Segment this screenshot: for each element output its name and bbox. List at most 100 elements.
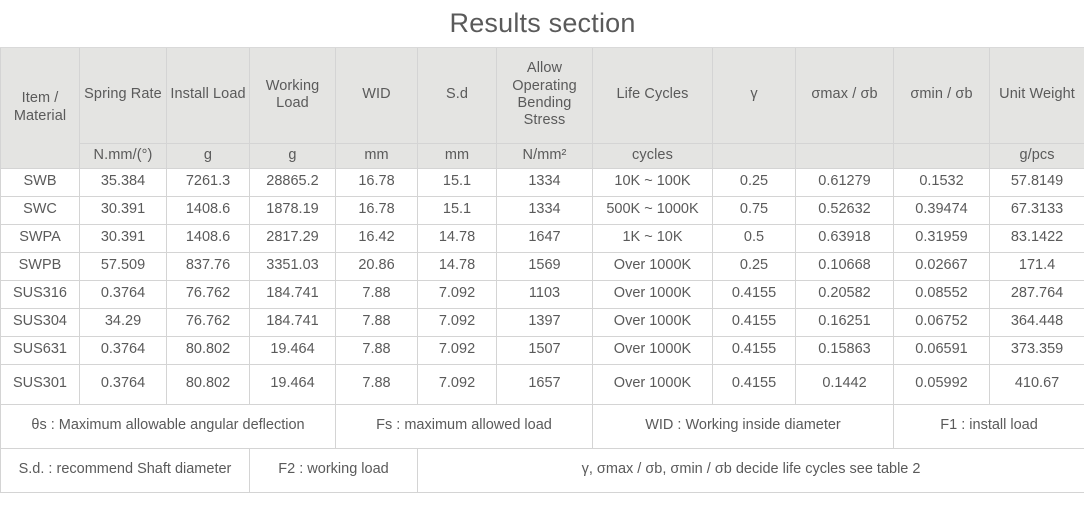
cell-working-load: 184.741 bbox=[249, 307, 336, 337]
cell-bending-stress: 1507 bbox=[496, 335, 593, 365]
column-unit-spring-rate: N.mm/(°) bbox=[79, 142, 167, 169]
column-unit-gamma bbox=[712, 142, 796, 169]
column-unit-install-load: g bbox=[166, 142, 250, 169]
column-header-sd: S.d bbox=[417, 46, 497, 144]
cell-gamma: 0.4155 bbox=[712, 363, 796, 405]
title-row: Results section bbox=[0, 0, 1084, 48]
table-row: SWB 35.384 7261.3 28865.2 16.78 15.1 1334 10K ~… bbox=[0, 167, 1084, 197]
cell-spring-rate: 0.3764 bbox=[79, 279, 167, 309]
cell-sd: 14.78 bbox=[417, 251, 497, 281]
cell-sigma-max-sb: 0.63918 bbox=[795, 223, 894, 253]
cell-sd: 7.092 bbox=[417, 307, 497, 337]
cell-material: SWPB bbox=[0, 251, 80, 281]
cell-unit-weight: 57.8149 bbox=[988, 167, 1084, 197]
cell-spring-rate: 34.29 bbox=[79, 307, 167, 337]
cell-unit-weight: 67.3133 bbox=[988, 195, 1084, 225]
cell-wid: 7.88 bbox=[335, 279, 418, 309]
cell-gamma: 0.4155 bbox=[712, 307, 796, 337]
cell-install-load: 1408.6 bbox=[166, 223, 250, 253]
cell-life-cycles: Over 1000K bbox=[592, 363, 713, 405]
cell-unit-weight: 364.448 bbox=[988, 307, 1084, 337]
cell-life-cycles: 1K ~ 10K bbox=[592, 223, 713, 253]
cell-sigma-min-sb: 0.39474 bbox=[893, 195, 990, 225]
cell-unit-weight: 171.4 bbox=[988, 251, 1084, 281]
cell-wid: 7.88 bbox=[335, 335, 418, 365]
cell-material: SUS304 bbox=[0, 307, 80, 337]
cell-material: SUS316 bbox=[0, 279, 80, 309]
cell-working-load: 19.464 bbox=[249, 335, 336, 365]
cell-life-cycles: Over 1000K bbox=[592, 307, 713, 337]
notes-row-1: θs : Maximum allowable angular deflectio… bbox=[0, 403, 1084, 449]
cell-sigma-min-sb: 0.08552 bbox=[893, 279, 990, 309]
cell-install-load: 76.762 bbox=[166, 279, 250, 309]
cell-unit-weight: 83.1422 bbox=[988, 223, 1084, 253]
column-unit-wid: mm bbox=[335, 142, 418, 169]
cell-wid: 16.42 bbox=[335, 223, 418, 253]
column-unit-unit-weight: g/pcs bbox=[988, 142, 1084, 169]
cell-sd: 7.092 bbox=[417, 279, 497, 309]
results-section-page: Results section Item / Material Spring R… bbox=[0, 0, 1084, 509]
column-header-install-load: Install Load bbox=[166, 46, 250, 144]
cell-sigma-max-sb: 0.61279 bbox=[795, 167, 894, 197]
cell-install-load: 76.762 bbox=[166, 307, 250, 337]
cell-gamma: 0.25 bbox=[712, 167, 796, 197]
results-table: Results section Item / Material Spring R… bbox=[0, 0, 1084, 493]
cell-gamma: 0.5 bbox=[712, 223, 796, 253]
cell-sd: 14.78 bbox=[417, 223, 497, 253]
column-unit-sigma-min-sb bbox=[893, 142, 990, 169]
column-header-spring-rate: Spring Rate bbox=[79, 46, 167, 144]
note-fs: Fs : maximum allowed load bbox=[335, 403, 593, 449]
cell-working-load: 3351.03 bbox=[249, 251, 336, 281]
table-row: SWPA 30.391 1408.6 2817.29 16.42 14.78 1647 1K … bbox=[0, 223, 1084, 253]
cell-gamma: 0.75 bbox=[712, 195, 796, 225]
cell-life-cycles: 10K ~ 100K bbox=[592, 167, 713, 197]
column-header-unit-weight: Unit Weight bbox=[988, 46, 1084, 144]
notes-row-2: S.d. : recommend Shaft diameter F2 : wor… bbox=[0, 447, 1084, 493]
cell-unit-weight: 373.359 bbox=[988, 335, 1084, 365]
cell-bending-stress: 1397 bbox=[496, 307, 593, 337]
cell-life-cycles: Over 1000K bbox=[592, 335, 713, 365]
cell-wid: 20.86 bbox=[335, 251, 418, 281]
cell-install-load: 1408.6 bbox=[166, 195, 250, 225]
column-header-item-material: Item / Material bbox=[0, 46, 80, 169]
cell-unit-weight: 410.67 bbox=[988, 363, 1084, 405]
cell-material: SUS631 bbox=[0, 335, 80, 365]
header-row-units: N.mm/(°) g g mm mm N/mm² cycles g/pcs bbox=[1, 142, 1084, 169]
cell-working-load: 2817.29 bbox=[249, 223, 336, 253]
cell-life-cycles: 500K ~ 1000K bbox=[592, 195, 713, 225]
cell-life-cycles: Over 1000K bbox=[592, 279, 713, 309]
table-row: SUS301 0.3764 80.802 19.464 7.88 7.092 1657 Ove… bbox=[0, 363, 1084, 405]
column-header-gamma: γ bbox=[712, 46, 796, 144]
cell-gamma: 0.25 bbox=[712, 251, 796, 281]
cell-gamma: 0.4155 bbox=[712, 279, 796, 309]
column-unit-sd: mm bbox=[417, 142, 497, 169]
column-header-wid: WID bbox=[335, 46, 418, 144]
cell-spring-rate: 35.384 bbox=[79, 167, 167, 197]
cell-sigma-min-sb: 0.02667 bbox=[893, 251, 990, 281]
cell-bending-stress: 1334 bbox=[496, 167, 593, 197]
cell-sd: 7.092 bbox=[417, 335, 497, 365]
column-unit-life-cycles: cycles bbox=[592, 142, 713, 169]
note-sd: S.d. : recommend Shaft diameter bbox=[0, 447, 250, 493]
page-title: Results section bbox=[0, 0, 1084, 48]
cell-spring-rate: 30.391 bbox=[79, 223, 167, 253]
cell-unit-weight: 287.764 bbox=[988, 279, 1084, 309]
cell-sigma-max-sb: 0.1442 bbox=[795, 363, 894, 405]
cell-material: SUS301 bbox=[0, 363, 80, 405]
cell-install-load: 80.802 bbox=[166, 363, 250, 405]
note-theta-s: θs : Maximum allowable angular deflectio… bbox=[0, 403, 336, 449]
cell-sigma-max-sb: 0.20582 bbox=[795, 279, 894, 309]
cell-sd: 15.1 bbox=[417, 167, 497, 197]
note-wid: WID : Working inside diameter bbox=[592, 403, 894, 449]
cell-working-load: 28865.2 bbox=[249, 167, 336, 197]
cell-sigma-min-sb: 0.05992 bbox=[893, 363, 990, 405]
cell-material: SWB bbox=[0, 167, 80, 197]
column-unit-working-load: g bbox=[249, 142, 336, 169]
cell-sigma-max-sb: 0.15863 bbox=[795, 335, 894, 365]
cell-sigma-min-sb: 0.1532 bbox=[893, 167, 990, 197]
cell-spring-rate: 57.509 bbox=[79, 251, 167, 281]
cell-material: SWPA bbox=[0, 223, 80, 253]
cell-sigma-min-sb: 0.31959 bbox=[893, 223, 990, 253]
cell-working-load: 19.464 bbox=[249, 363, 336, 405]
cell-wid: 16.78 bbox=[335, 167, 418, 197]
